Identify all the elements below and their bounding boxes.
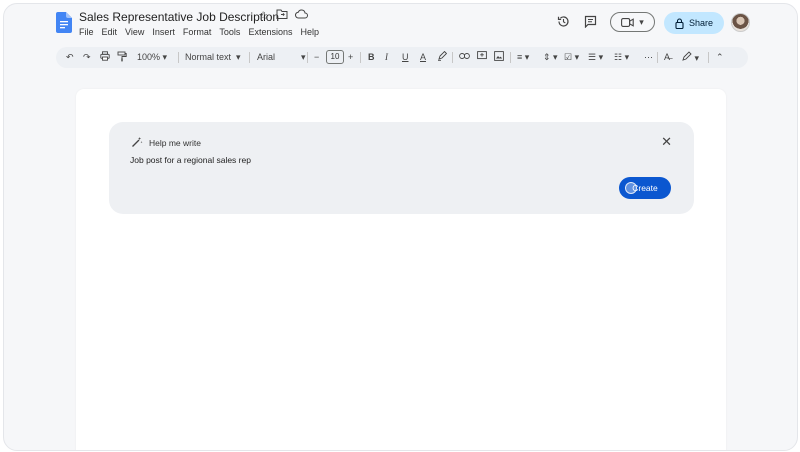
toolbar-divider	[249, 52, 250, 63]
menu-help[interactable]: Help	[300, 26, 323, 38]
style-select[interactable]: Normal text ▾	[185, 51, 241, 64]
chevron-up-icon[interactable]: ⌃	[716, 51, 724, 64]
comment-icon[interactable]	[584, 15, 597, 31]
checklist-icon[interactable]: ☑ ▾	[564, 51, 579, 64]
underline-icon[interactable]: U	[402, 51, 409, 64]
menu-view[interactable]: View	[125, 26, 148, 38]
help-me-write-label: Help me write	[149, 138, 201, 148]
chevron-down-icon: ▾	[524, 52, 530, 62]
chevron-down-icon: ▾	[574, 52, 580, 62]
decrease-font-size-icon[interactable]: −	[314, 51, 319, 64]
style-value: Normal text	[185, 52, 232, 62]
menu-insert[interactable]: Insert	[152, 26, 179, 38]
line-spacing-icon[interactable]: ⇕ ▾	[543, 51, 558, 64]
menu-tools[interactable]: Tools	[219, 26, 244, 38]
avatar[interactable]	[731, 13, 750, 32]
undo-icon[interactable]: ↶	[66, 51, 74, 64]
chevron-down-icon: ▾	[301, 52, 306, 62]
document-title[interactable]: Sales Representative Job Description	[79, 10, 279, 24]
folder-move-icon[interactable]	[275, 9, 289, 23]
chevron-down-icon: ▾	[236, 52, 241, 62]
toolbar-divider	[510, 52, 511, 63]
paint-format-icon[interactable]	[117, 51, 127, 66]
close-icon[interactable]: ✕	[661, 134, 672, 150]
menu-file[interactable]: File	[79, 26, 98, 38]
italic-icon[interactable]: I	[385, 51, 388, 64]
font-select[interactable]: Arial ▾	[257, 51, 306, 64]
zoom-select[interactable]: 100% ▾	[137, 51, 167, 64]
spellcheck-icon[interactable]: A̶	[664, 51, 670, 64]
font-size-input[interactable]: 10	[326, 50, 344, 64]
help-me-write-panel: Help me write ✕ Job post for a regional …	[109, 122, 694, 214]
prompt-input[interactable]: Job post for a regional sales rep	[130, 155, 251, 165]
toolbar-divider	[708, 52, 709, 63]
menu-edit[interactable]: Edit	[102, 26, 122, 38]
title-bar: Sales Representative Job Description ☆ F…	[4, 4, 797, 42]
chevron-down-icon: ▾	[624, 52, 630, 62]
more-options-icon[interactable]: ⋯	[644, 51, 653, 64]
title-actions: ☆	[256, 9, 308, 23]
click-cursor-indicator	[625, 182, 637, 194]
zoom-value: 100%	[137, 52, 161, 62]
highlight-color-icon[interactable]	[437, 50, 448, 65]
menu-format[interactable]: Format	[183, 26, 216, 38]
insert-image-icon[interactable]	[494, 51, 504, 65]
magic-wand-icon	[131, 136, 143, 151]
toolbar-divider	[307, 52, 308, 63]
toolbar-divider	[452, 52, 453, 63]
history-icon[interactable]	[557, 15, 570, 31]
share-label: Share	[688, 18, 714, 28]
print-icon[interactable]	[100, 51, 110, 65]
chevron-down-icon: ▾	[162, 52, 168, 62]
docs-logo-icon[interactable]	[56, 12, 72, 33]
redo-icon[interactable]: ↷	[83, 51, 91, 64]
bold-icon[interactable]: B	[368, 51, 375, 64]
bulleted-list-icon[interactable]: ☰ ▾	[588, 51, 603, 64]
star-icon[interactable]: ☆	[256, 9, 270, 23]
menu-extensions[interactable]: Extensions	[248, 26, 296, 38]
lock-icon	[675, 17, 684, 29]
meet-button[interactable]: ▾	[610, 12, 655, 32]
increase-font-size-icon[interactable]: +	[348, 51, 353, 64]
app-window: Sales Representative Job Description ☆ F…	[3, 3, 798, 451]
chevron-down-icon: ▾	[639, 16, 644, 27]
editing-mode-icon[interactable]: ▾	[682, 51, 699, 65]
toolbar-divider	[657, 52, 658, 63]
menu-bar: File Edit View Insert Format Tools Exten…	[79, 26, 327, 38]
cloud-status-icon[interactable]	[294, 9, 308, 23]
share-button[interactable]: Share	[664, 12, 724, 34]
chevron-down-icon: ▾	[694, 53, 700, 63]
text-color-icon[interactable]: A	[420, 51, 426, 64]
font-value: Arial	[257, 52, 276, 62]
toolbar-divider	[178, 52, 179, 63]
align-icon[interactable]: ≡ ▾	[517, 51, 529, 64]
toolbar-divider	[360, 52, 361, 63]
numbered-list-icon[interactable]: ☷ ▾	[614, 51, 629, 64]
add-comment-icon[interactable]	[477, 51, 487, 65]
chevron-down-icon: ▾	[598, 52, 604, 62]
videocam-icon	[621, 17, 634, 27]
formatting-toolbar: ↶ ↷ 100% ▾ Normal text ▾ Arial ▾ − 10 + B…	[56, 47, 748, 68]
link-icon[interactable]	[459, 51, 470, 64]
chevron-down-icon: ▾	[553, 52, 558, 62]
